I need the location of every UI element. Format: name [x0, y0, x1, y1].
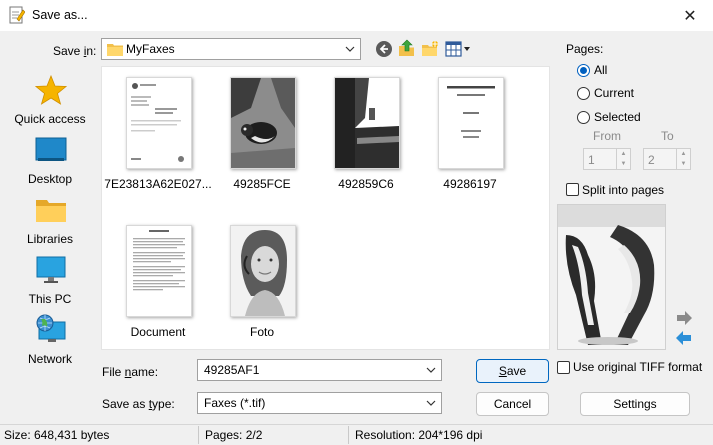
status-pages: Pages: 2/2	[205, 428, 263, 442]
file-name: 49285FCE	[233, 177, 291, 191]
to-label: To	[661, 129, 674, 143]
place-desktop[interactable]: Desktop	[1, 134, 99, 194]
split-pages-checkbox[interactable]	[566, 183, 579, 196]
original-tiff-checkbox[interactable]	[557, 361, 570, 374]
chevron-down-icon	[345, 46, 355, 52]
file-name-input[interactable]: 49285AF1	[197, 359, 442, 381]
previous-page-arrow-icon[interactable]	[675, 330, 693, 346]
folder-icon	[107, 44, 123, 56]
file-item[interactable]: Document	[103, 217, 213, 339]
status-resolution: Resolution: 204*196 dpi	[355, 428, 483, 442]
status-bar: Size: 648,431 bytes Pages: 2/2 Resolutio…	[0, 424, 713, 445]
view-menu-icon[interactable]	[445, 40, 471, 58]
file-item[interactable]: 492859C6	[311, 69, 421, 191]
original-tiff-label: Use original TIFF format	[573, 360, 703, 374]
next-page-arrow-icon[interactable]	[675, 310, 693, 326]
file-item[interactable]: Foto	[207, 217, 317, 339]
file-name: 7E23813A62E027...	[104, 177, 212, 191]
from-label: From	[593, 129, 621, 143]
pages-label: Pages:	[566, 42, 604, 56]
save-button[interactable]: Save	[476, 359, 549, 383]
file-thumbnail	[334, 77, 400, 169]
split-pages-label: Split into pages	[582, 183, 665, 197]
place-quick-access[interactable]: Quick access	[1, 74, 99, 134]
folder-icon	[36, 200, 66, 222]
status-size: Size: 648,431 bytes	[4, 428, 110, 442]
place-label: Libraries	[26, 232, 74, 246]
file-thumbnail	[230, 77, 296, 169]
from-value: 1	[588, 153, 595, 167]
up-folder-icon[interactable]	[398, 39, 416, 57]
file-thumbnail	[126, 225, 192, 317]
file-name: 49286197	[443, 177, 497, 191]
save-in-value: MyFaxes	[126, 42, 175, 56]
file-list[interactable]: 7E23813A62E027... 49285FCE 492859C6 4928…	[101, 66, 550, 350]
file-thumbnail	[230, 225, 296, 317]
radio-selected-label: Selected	[594, 110, 641, 124]
save-in-label: Save in:	[53, 44, 97, 58]
close-icon: ✕	[683, 7, 697, 25]
file-item[interactable]: 49285FCE	[207, 69, 317, 191]
places-bar: Quick access Desktop Libraries This PC N…	[1, 66, 99, 386]
title-bar: Save as... ✕	[0, 0, 713, 31]
file-item[interactable]: 49286197	[415, 69, 525, 191]
window-title: Save as...	[32, 8, 88, 22]
place-label: Desktop	[27, 172, 73, 186]
monitor-icon	[36, 256, 66, 283]
place-label: Network	[27, 352, 72, 366]
spin-up-icon[interactable]: ▲	[616, 149, 630, 159]
page-preview	[557, 204, 666, 350]
desktop-icon	[35, 137, 67, 161]
to-value: 2	[648, 153, 655, 167]
status-divider	[348, 426, 349, 444]
status-divider	[198, 426, 199, 444]
place-network[interactable]: Network	[1, 314, 99, 374]
place-this-pc[interactable]: This PC	[1, 254, 99, 314]
radio-all-label: All	[594, 63, 608, 77]
save-in-dropdown[interactable]: MyFaxes	[101, 38, 361, 60]
new-folder-icon[interactable]	[421, 40, 439, 58]
radio-current-label: Current	[594, 86, 635, 100]
chevron-down-icon	[426, 400, 436, 406]
radio-current[interactable]	[577, 87, 590, 100]
file-name: 492859C6	[338, 177, 394, 191]
file-item[interactable]: 7E23813A62E027...	[103, 69, 213, 191]
spin-down-icon[interactable]: ▼	[676, 159, 690, 169]
to-spinner[interactable]: 2 ▲ ▼	[643, 148, 691, 170]
file-thumbnail	[438, 77, 504, 169]
star-icon	[35, 74, 67, 105]
back-icon[interactable]	[375, 40, 393, 58]
place-label: Quick access	[14, 112, 86, 126]
save-type-label: Save as type:	[102, 397, 175, 411]
file-name: Document	[130, 325, 186, 339]
file-thumbnail	[126, 77, 192, 169]
file-name: Foto	[249, 325, 274, 339]
close-button[interactable]: ✕	[667, 0, 713, 31]
save-document-icon	[9, 6, 25, 24]
place-label: This PC	[28, 292, 72, 306]
chevron-down-icon[interactable]	[425, 363, 437, 377]
spin-down-icon[interactable]: ▼	[616, 159, 630, 169]
file-name-value: 49285AF1	[204, 363, 260, 377]
place-libraries[interactable]: Libraries	[1, 194, 99, 254]
from-spinner[interactable]: 1 ▲ ▼	[583, 148, 631, 170]
spin-up-icon[interactable]: ▲	[676, 149, 690, 159]
network-icon	[36, 314, 66, 342]
settings-button[interactable]: Settings	[580, 392, 690, 416]
save-type-value: Faxes (*.tif)	[204, 396, 266, 410]
cancel-button[interactable]: Cancel	[476, 392, 549, 416]
radio-selected[interactable]	[577, 111, 590, 124]
file-name-label: File name:	[102, 365, 159, 379]
save-type-dropdown[interactable]: Faxes (*.tif)	[197, 392, 442, 414]
radio-all[interactable]	[577, 64, 590, 77]
